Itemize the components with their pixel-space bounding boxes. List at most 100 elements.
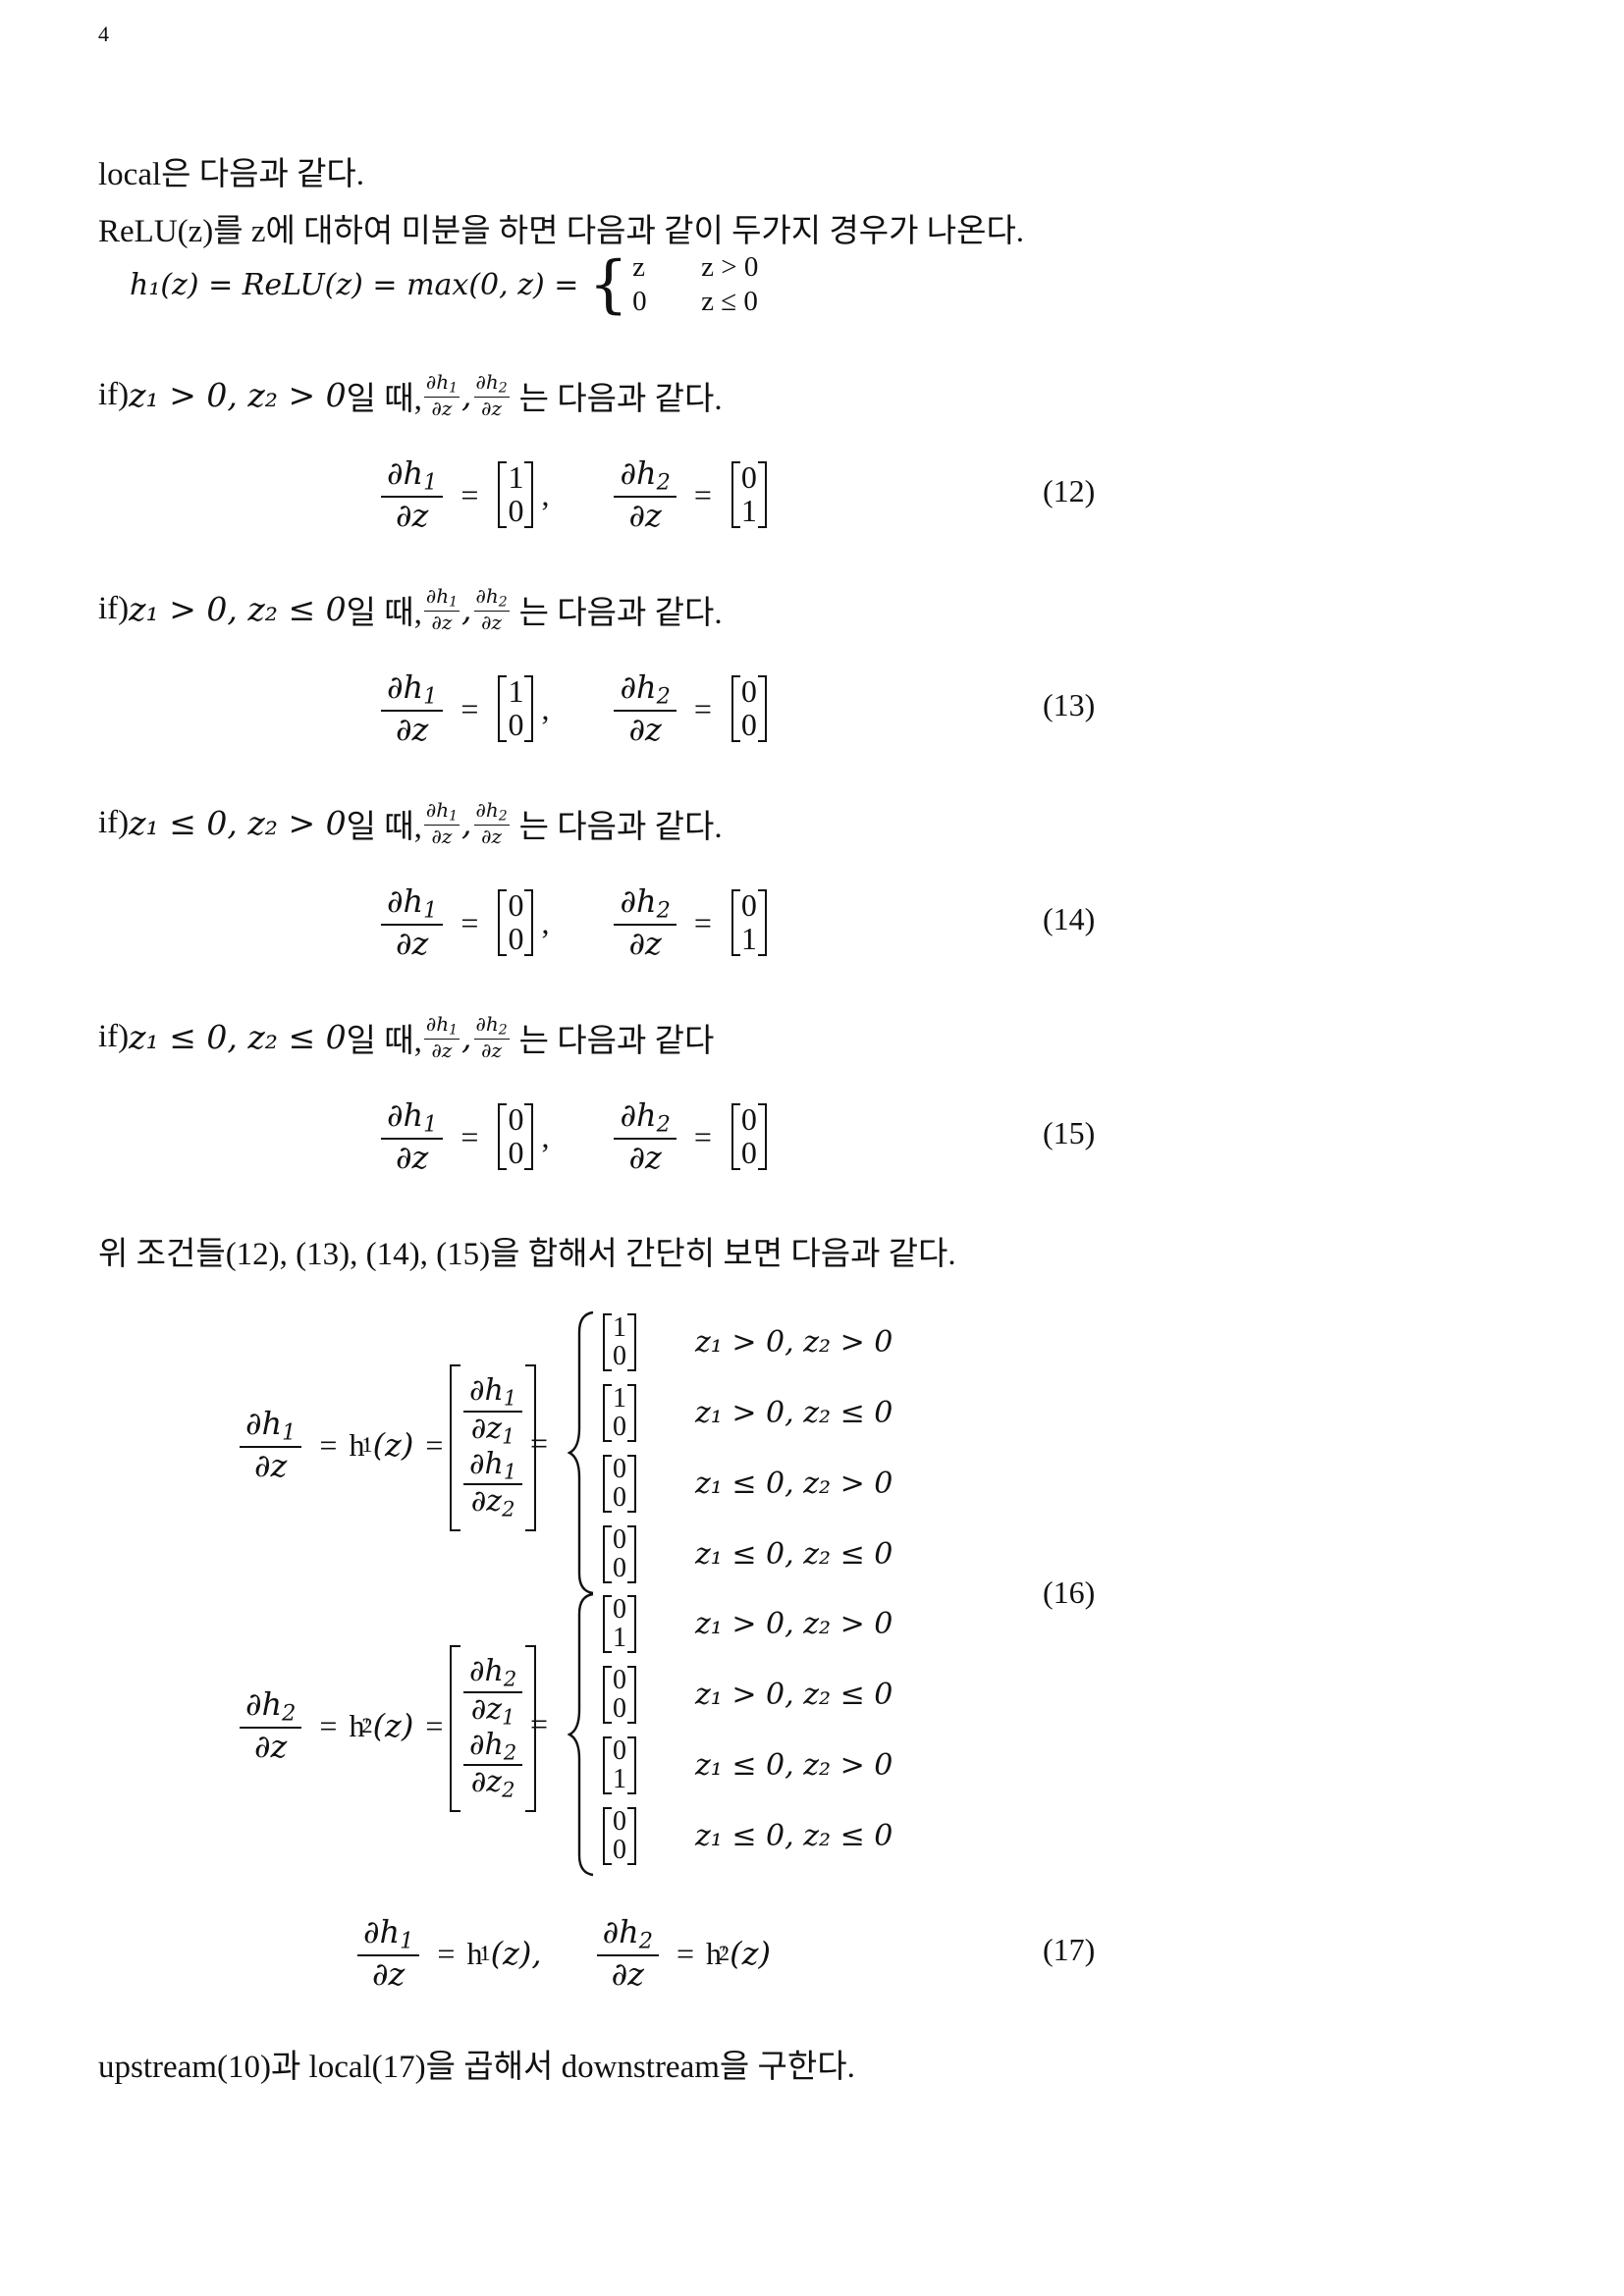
eq16-h1-jacobian: ∂h1 ∂z1 ∂h1 ∂z2 [450, 1364, 537, 1531]
h2-vector: 01 [730, 459, 769, 529]
vector-entry: 0 [740, 459, 757, 496]
h1-vector: 10 [496, 673, 535, 743]
vector-entry: 1 [508, 673, 524, 710]
h2-vector: 00 [730, 1101, 769, 1171]
small-dh1-dz: ∂h1 ∂z [423, 1012, 460, 1062]
case-vector: 01 [601, 1735, 638, 1796]
condition-equation: ∂h1 ∂z = 1 0, ∂h2 ∂z = 0 1 [375, 454, 775, 534]
condition-expression: z₁ > 0, z₂ ≤ 0 [129, 590, 347, 629]
condition-equation: ∂h1 ∂z = 1 0, ∂h2 ∂z = 0 0 [375, 668, 775, 748]
eq16-h2-brace [568, 1592, 594, 1877]
condition-equation: ∂h1 ∂z = 0 0, ∂h2 ∂z = 0 0 [375, 1096, 775, 1176]
case-vector: 01 [601, 1593, 638, 1655]
vector-entry: 0 [613, 1524, 626, 1555]
dh1-dz-fraction: ∂h1 ∂z [381, 882, 444, 962]
vector-entry: 0 [740, 1135, 757, 1171]
vector-entry: 0 [613, 1835, 626, 1866]
condition-prefix: if) [98, 805, 130, 841]
vector-entry: 0 [508, 887, 524, 924]
vector-entry: 0 [613, 1594, 626, 1625]
relu-lhs: h₁(z) = ReLU(z) = max(0, z) = [130, 267, 579, 302]
condition-tail: 는 다음과 같다. [518, 381, 723, 417]
eq16-h2-lhs: ∂h2 ∂z = h ′ 2 (z) = [234, 1685, 455, 1765]
small-dh2-dz: ∂h2 ∂z [473, 1012, 510, 1062]
equation-17: ∂h1 ∂z = h ′ 1 (z), ∂h2 ∂z = h ′ 2 (z) [352, 1913, 771, 1993]
intro-line-2: ReLU(z)를 z에 대하여 미분을 하면 다음과 같이 두가지 경우가 나온… [98, 214, 1025, 249]
condition-line: if) z₁ ≤ 0, z₂ ≤ 0일 때, ∂h1 ∂z, ∂h2 ∂z 는 다음과 같… [98, 1012, 715, 1062]
vector-entry: 0 [613, 1341, 626, 1372]
vector-entry: 0 [613, 1806, 626, 1837]
dh2-dz-fraction: ∂h2 ∂z [596, 1913, 659, 1993]
small-dh1-dz: ∂h1 ∂z [423, 798, 460, 848]
condition-prefix: if) [98, 591, 130, 627]
combined-text: 위 조건들(12), (13), (14), (15)을 합해서 간단히 보면 … [98, 1237, 956, 1272]
small-dh2-dz: ∂h2 ∂z [473, 584, 510, 634]
vector-entry: 0 [508, 1101, 524, 1138]
case-vector: 00 [601, 1805, 638, 1867]
condition-suffix: 일 때, [346, 809, 422, 845]
vector-entry: 0 [508, 493, 524, 529]
condition-line: if) z₁ > 0, z₂ ≤ 0일 때, ∂h1 ∂z, ∂h2 ∂z 는 다음과 같… [98, 584, 723, 634]
h2-vector: 01 [730, 887, 769, 957]
dh1-dz-fraction: ∂h1 ∂z [357, 1913, 420, 1993]
vector-entry: 0 [508, 921, 524, 957]
case-condition: z₁ ≤ 0, z₂ ≤ 0 [695, 1537, 893, 1572]
eq16-h1-equals: = [530, 1425, 549, 1461]
dh2-dz-fraction: ∂h2 ∂z [614, 882, 677, 962]
vector-entry: 1 [613, 1383, 626, 1414]
small-dh1-dz: ∂h1 ∂z [423, 584, 460, 634]
equation-number: (13) [1043, 687, 1096, 722]
h1-vector: 00 [496, 1101, 535, 1171]
page-number: 4 [98, 22, 109, 46]
vector-entry: 0 [613, 1482, 626, 1514]
relu-definition: h₁(z) = ReLU(z) = max(0, z) = { z z > 0 … [130, 251, 799, 318]
vector-entry: 0 [740, 673, 757, 710]
vector-entry: 1 [613, 1764, 626, 1795]
condition-tail: 는 다음과 같다 [518, 1023, 715, 1059]
eq17-number: (17) [1043, 1932, 1096, 1967]
case-condition: z₁ ≤ 0, z₂ ≤ 0 [695, 1819, 893, 1853]
equation-number: (12) [1043, 473, 1096, 508]
vector-entry: 1 [508, 459, 524, 496]
eq16-h1-lhs: ∂h1 ∂z = h ′ 1 (z) = [234, 1405, 455, 1484]
vector-entry: 0 [613, 1693, 626, 1725]
condition-line: if) z₁ ≤ 0, z₂ > 0일 때, ∂h1 ∂z, ∂h2 ∂z 는 다음과 같… [98, 798, 723, 848]
vector-entry: 0 [613, 1735, 626, 1766]
vector-entry: 1 [613, 1623, 626, 1654]
case-vector: 10 [601, 1382, 638, 1444]
eq16-h2-jacobian: ∂h2 ∂z1 ∂h2 ∂z2 [450, 1645, 537, 1812]
vector-entry: 1 [613, 1312, 626, 1343]
vector-entry: 0 [613, 1454, 626, 1484]
relu-case1-cond: z > 0 [701, 251, 759, 283]
case-vector: 10 [601, 1311, 638, 1373]
case-condition: z₁ > 0, z₂ ≤ 0 [695, 1678, 893, 1712]
relu-case2-value: 0 [632, 286, 647, 317]
relu-case2-cond: z ≤ 0 [701, 286, 758, 317]
condition-suffix: 일 때, [346, 381, 422, 417]
case-condition: z₁ ≤ 0, z₂ > 0 [695, 1748, 893, 1783]
dh2-dz-fraction: ∂h2 ∂z [614, 454, 677, 534]
condition-tail: 는 다음과 같다. [518, 809, 723, 845]
h1-vector: 00 [496, 887, 535, 957]
equation-number: (15) [1043, 1115, 1096, 1150]
dh1-dz-fraction: ∂h1 ∂z [381, 668, 444, 748]
vector-entry: 0 [740, 1101, 757, 1138]
condition-expression: z₁ > 0, z₂ > 0 [129, 376, 347, 415]
h2-vector: 00 [730, 673, 769, 743]
dh2-dz-fraction: ∂h2 ∂z [240, 1685, 302, 1765]
condition-expression: z₁ ≤ 0, z₂ > 0 [129, 804, 347, 843]
vector-entry: 0 [508, 707, 524, 743]
vector-entry: 0 [613, 1665, 626, 1695]
dh1-dz-fraction: ∂h1 ∂z [240, 1405, 302, 1484]
case-condition: z₁ > 0, z₂ > 0 [695, 1607, 893, 1641]
case-condition: z₁ ≤ 0, z₂ > 0 [695, 1467, 893, 1501]
condition-prefix: if) [98, 377, 130, 413]
dh1-dz-fraction: ∂h1 ∂z [381, 1096, 444, 1176]
case-condition: z₁ > 0, z₂ ≤ 0 [695, 1396, 893, 1430]
intro-line-1: local은 다음과 같다. [98, 157, 365, 192]
small-dh2-dz: ∂h2 ∂z [473, 370, 510, 420]
case-vector: 00 [601, 1453, 638, 1515]
condition-suffix: 일 때, [346, 595, 422, 631]
condition-equation: ∂h1 ∂z = 0 0, ∂h2 ∂z = 0 1 [375, 882, 775, 962]
case-condition: z₁ > 0, z₂ > 0 [695, 1325, 893, 1360]
